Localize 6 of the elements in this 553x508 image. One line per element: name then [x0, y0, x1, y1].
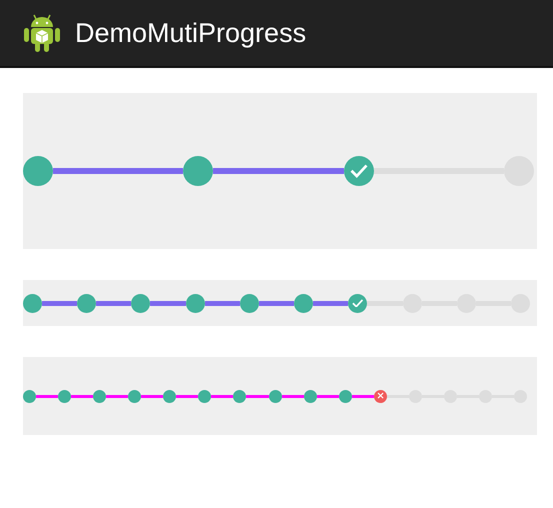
app-title: DemoMutiProgress	[75, 16, 306, 50]
close-icon	[376, 392, 384, 400]
check-icon	[350, 164, 368, 178]
android-robot-icon	[23, 13, 61, 53]
check-icon	[352, 298, 364, 308]
track-segment	[367, 300, 403, 306]
